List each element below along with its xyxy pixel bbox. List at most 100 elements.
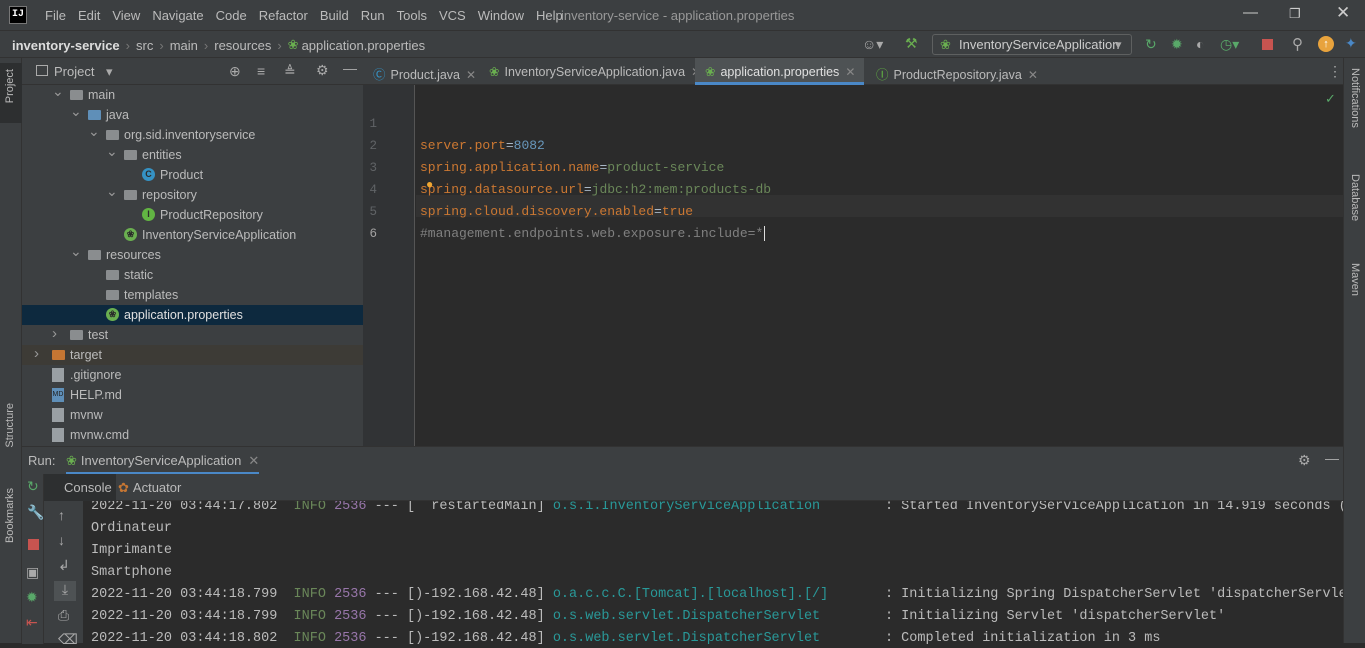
no-problems-check-icon[interactable]: ✓ [1325,91,1336,107]
chevron-down-icon[interactable]: ⌄ [70,103,82,120]
database-tool-button[interactable]: Database [1349,174,1361,221]
build-hammer-icon[interactable]: ⚒ [905,35,918,52]
run-configuration-select[interactable]: ❀ InventoryServiceApplication ▾ [932,34,1132,55]
project-panel-title[interactable]: Project [54,64,94,79]
profile-icon[interactable]: ◷▾ [1220,36,1239,53]
tree-item[interactable]: static [22,265,363,285]
tab-product-java[interactable]: Ⓒ Product.java ✕ [363,58,477,85]
stop-icon[interactable] [1262,39,1273,50]
menu-item-tools[interactable]: Tools [397,8,427,23]
user-icon[interactable]: ☺▾ [862,36,883,53]
tree-item[interactable]: ❀ InventoryServiceApplication [22,225,363,245]
menu-item-view[interactable]: View [112,8,140,23]
gear-icon[interactable]: ⚙ [1298,452,1311,469]
tree-item[interactable]: C Product [22,165,363,185]
menu-item-window[interactable]: Window [478,8,524,23]
code-line[interactable]: spring.application.name=product-service [420,160,724,175]
debug-icon[interactable]: ✹ [26,589,38,606]
scroll-to-end-icon[interactable]: ⤓ [54,581,76,601]
locate-icon[interactable]: ⊕ [229,63,241,80]
chevron-down-icon[interactable]: ⌄ [88,123,100,140]
tree-item[interactable]: › test [22,325,363,345]
breadcrumb-main[interactable]: main [170,38,198,53]
close-icon[interactable]: ✕ [1336,3,1350,23]
chevron-right-icon[interactable]: › [34,345,39,362]
maven-tool-button[interactable]: Maven [1349,263,1361,296]
tab-productrepository-java[interactable]: Ⓘ ProductRepository.java ✕ [866,58,1038,85]
breadcrumb-project[interactable]: inventory-service [12,38,120,53]
breadcrumb-src[interactable]: src [136,38,153,53]
tab-actuator[interactable]: ✿ Actuator [118,474,181,501]
tree-item[interactable]: ❀ application.properties [22,305,363,325]
more-options-icon[interactable]: ⋮ [1328,63,1342,80]
rerun-icon[interactable]: ↻ [27,478,39,495]
tree-item[interactable]: mvnw [22,405,363,425]
menu-item-vcs[interactable]: VCS [439,8,466,23]
down-arrow-icon[interactable]: ↓ [58,532,65,548]
breadcrumb-resources[interactable]: resources [214,38,271,53]
exit-icon[interactable]: ⇤ [26,614,38,631]
tree-item[interactable]: ⌄ resources [22,243,363,265]
run-config-tab[interactable]: ❀ InventoryServiceApplication ✕ [66,447,260,474]
debug-icon[interactable]: ✹ [1171,36,1183,53]
collapse-all-icon[interactable]: ≜ [284,63,296,80]
restore-icon[interactable]: ❐ [1289,6,1301,22]
tree-item[interactable]: templates [22,285,363,305]
coverage-icon[interactable]: ◐ [1196,36,1204,52]
menu-item-build[interactable]: Build [320,8,349,23]
chevron-down-icon[interactable]: ⌄ [106,143,118,160]
project-tool-button[interactable]: Project [0,63,22,123]
camera-icon[interactable]: ▣ [26,564,39,581]
chevron-down-icon[interactable]: ▾ [106,64,113,80]
code-line[interactable]: server.port=8082 [420,138,545,153]
tree-item[interactable]: MD HELP.md [22,385,363,405]
tree-item[interactable]: › target [22,345,363,365]
up-arrow-icon[interactable]: ↑ [58,507,65,523]
close-tab-icon[interactable]: ✕ [248,453,259,468]
hide-icon[interactable]: — [343,60,357,76]
structure-tool-button[interactable]: Structure [0,403,22,473]
menu-item-file[interactable]: File [45,8,66,23]
tree-item[interactable]: ⌄ entities [22,143,363,165]
menu-item-run[interactable]: Run [361,8,385,23]
tree-item[interactable]: .gitignore [22,365,363,385]
stop-icon[interactable] [28,539,39,550]
search-icon[interactable]: ⚲ [1292,35,1303,53]
tab-console[interactable]: Console [44,474,116,501]
menu-item-code[interactable]: Code [216,8,247,23]
tree-item[interactable]: I ProductRepository [22,205,363,225]
chevron-down-icon[interactable]: ⌄ [70,243,82,260]
code-line[interactable]: #management.endpoints.web.exposure.inclu… [420,226,766,241]
menu-item-refactor[interactable]: Refactor [259,8,308,23]
minimize-icon[interactable]: — [1243,4,1258,21]
bulb-icon[interactable]: ● [426,177,433,191]
tree-item[interactable]: mvnw.cmd [22,425,363,445]
soft-wrap-icon[interactable]: ↲ [58,557,70,574]
hide-icon[interactable]: — [1325,450,1339,466]
clear-icon[interactable]: ⌫ [58,631,78,648]
tree-item[interactable]: ⌄ org.sid.inventoryservice [22,123,363,145]
menu-item-navigate[interactable]: Navigate [152,8,203,23]
wrench-icon[interactable]: 🔧 [27,504,44,521]
gear-icon[interactable]: ⚙ [316,62,329,79]
breadcrumb-file[interactable]: application.properties [302,38,426,53]
print-icon[interactable]: ⎙ [58,607,69,624]
expand-all-icon[interactable]: ≡ [257,63,265,79]
tab-inventoryserviceapplication-java[interactable]: ❀InventoryServiceApplication.java✕ [479,58,701,85]
close-tab-icon[interactable]: ✕ [1028,68,1038,82]
rerun-icon[interactable]: ↻ [1145,36,1157,53]
close-tab-icon[interactable]: ✕ [466,68,476,82]
tab-application-properties[interactable]: ❀ application.properties ✕ [695,58,864,85]
bookmarks-tool-button[interactable]: Bookmarks [0,488,22,568]
chevron-right-icon[interactable]: › [52,325,57,342]
tree-item[interactable]: ⌄ main [22,83,363,105]
jetbrains-icon[interactable]: ✦ [1345,35,1357,52]
tree-item[interactable]: ⌄ repository [22,183,363,205]
intellij-logo-icon[interactable]: IJ [9,6,27,24]
close-tab-icon[interactable]: ✕ [845,65,855,79]
console-output[interactable]: 2022-11-20 03:44:17.802 INFO 2536 --- [ … [83,501,1343,644]
tree-item[interactable]: ⌄ java [22,103,363,125]
update-icon[interactable]: ↑ [1318,36,1334,52]
menu-item-edit[interactable]: Edit [78,8,100,23]
chevron-down-icon[interactable]: ⌄ [52,83,64,100]
